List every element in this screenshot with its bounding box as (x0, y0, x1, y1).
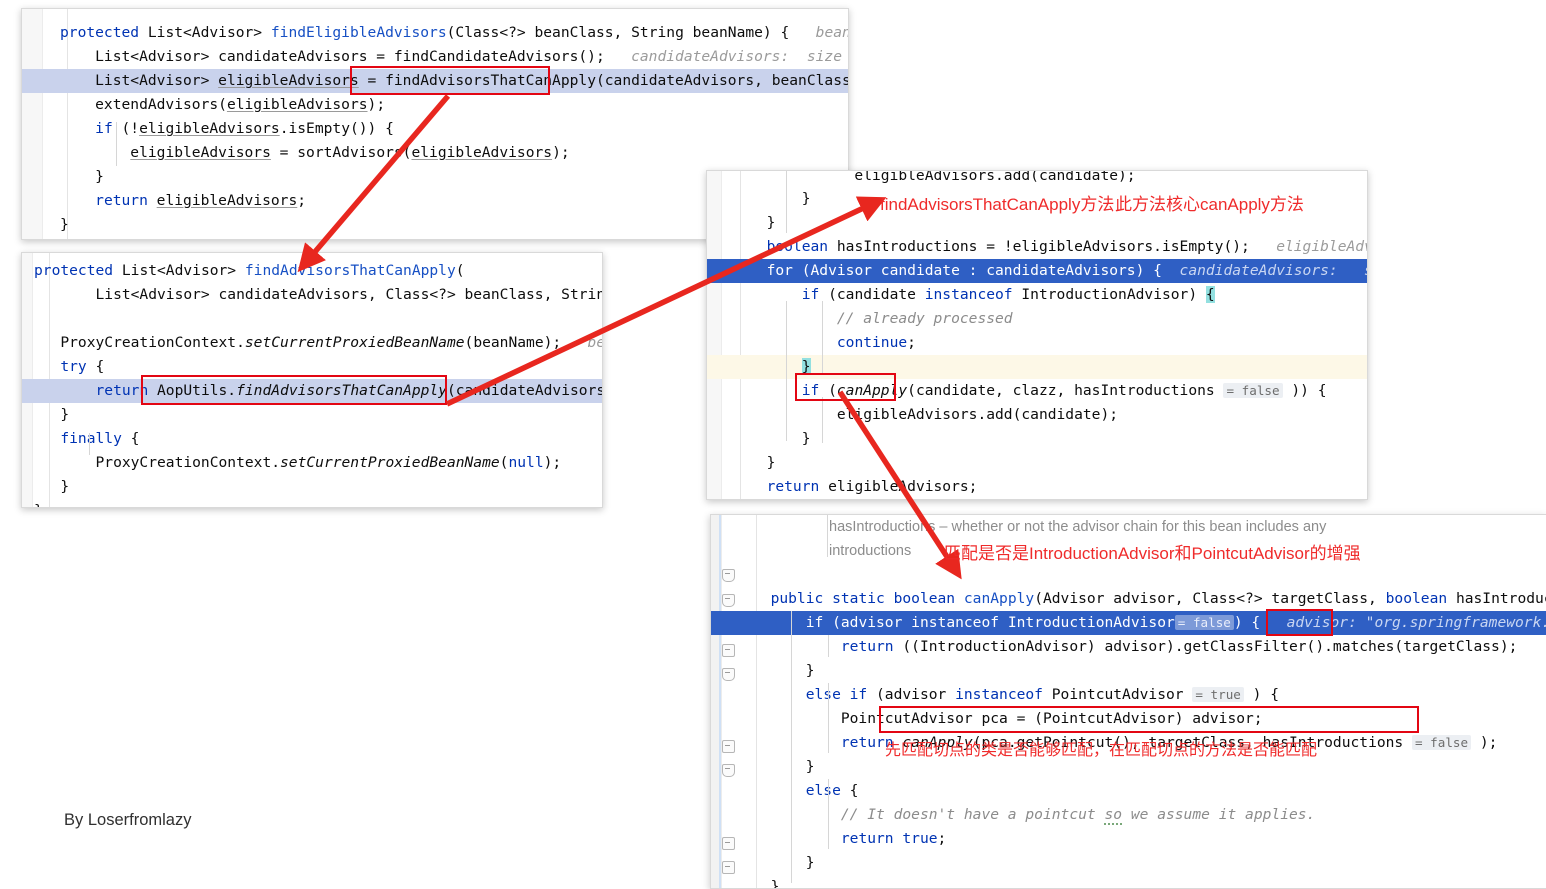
code-line: try { (60, 358, 105, 375)
fold-minus-icon[interactable] (722, 740, 735, 753)
indent-guide (791, 611, 792, 883)
panel-aoputils-find-advisors: eligibleAdvisors.add(candidate); } } boo… (706, 170, 1368, 500)
fold-minus-icon[interactable] (722, 861, 735, 874)
code-line: return eligibleAdvisors; (766, 478, 978, 495)
code-line: // It doesn't have a pointcut so we assu… (840, 806, 1316, 825)
code-line-selected: if (advisor instanceof IntroductionAdvis… (711, 611, 1546, 635)
panel-aoputils-can-apply: hasIntroductions – whether or not the ad… (710, 514, 1546, 889)
note-core-canapply-method: 此方法核心canApply方法 (1115, 195, 1304, 214)
code-line: } (34, 478, 70, 495)
code-line: boolean hasIntroductions = !eligibleAdvi… (766, 238, 1367, 255)
fold-chevron-icon[interactable] (722, 764, 735, 777)
note-find-advisors-method: findAdvisorsThatCanApply方法 (880, 195, 1115, 214)
indent-guide (89, 433, 90, 455)
author-signature: By Loserfromlazy (64, 811, 192, 829)
code-line-clipped: eligibleAdvisors.add(candidate); (749, 171, 1136, 184)
code-line: // already processed (836, 310, 1013, 327)
code-line: ProxyCreationContext.setCurrentProxiedBe… (34, 454, 562, 471)
code-line: } (34, 406, 70, 423)
code-line: public static boolean canApply(Advisor a… (770, 590, 1546, 607)
panel-find-advisors-that-can-apply: protected List<Advisor> findAdvisorsThat… (21, 252, 603, 508)
code-line: if (!eligibleAdvisors.isEmpty()) { (95, 120, 394, 137)
code-line-highlighted: List<Advisor> eligibleAdvisors = findAdv… (22, 69, 848, 93)
indent-guide (828, 683, 829, 753)
indent-guide (786, 301, 787, 441)
fold-chevron-icon[interactable] (722, 668, 735, 681)
fold-minus-icon[interactable] (722, 837, 735, 850)
fold-chevron-icon[interactable] (722, 594, 735, 607)
code-line: } (749, 454, 776, 471)
javadoc-line: hasIntroductions – whether or not the ad… (829, 519, 1327, 535)
code-lines: eligibleAdvisors.add(candidate); } } boo… (707, 171, 1367, 499)
note-match-advisor-types: 匹配是否是IntroductionAdvisor和PointcutAdvisor… (944, 544, 1361, 563)
code-line: PointcutAdvisor pca = (PointcutAdvisor) … (753, 710, 1263, 727)
indent-guide (827, 515, 828, 557)
code-line: if (canApply(candidate, clazz, hasIntrod… (801, 382, 1327, 399)
code-line: protected List<Advisor> findEligibleAdvi… (60, 24, 848, 41)
code-line: return true; (840, 830, 947, 847)
code-line-highlighted: return AopUtils.findAdvisorsThatCanApply… (22, 379, 602, 403)
code-lines: protected List<Advisor> findAdvisorsThat… (22, 253, 602, 507)
code-line: continue; (836, 334, 916, 351)
code-line: ProxyCreationContext.setCurrentProxiedBe… (34, 334, 602, 351)
code-line: eligibleAdvisors.add(candidate); (749, 406, 1119, 423)
code-line: else if (advisor instanceof PointcutAdvi… (805, 686, 1280, 703)
code-line: List<Advisor> candidateAdvisors, Class<?… (34, 286, 603, 303)
indent-guide (822, 301, 823, 373)
code-line: if (candidate instanceof IntroductionAdv… (801, 286, 1215, 303)
indent-guide (822, 397, 823, 443)
code-lines: hasIntroductions – whether or not the ad… (711, 515, 1546, 888)
code-line: } (753, 854, 815, 871)
code-line: finally { (60, 430, 140, 447)
code-line: return ((IntroductionAdvisor) advisor).g… (840, 638, 1518, 655)
indent-guide (828, 779, 829, 849)
indent-guide (786, 171, 787, 233)
fold-minus-icon[interactable] (722, 644, 735, 657)
annotated-code-diagram: protected List<Advisor> findEligibleAdvi… (0, 0, 1546, 889)
code-line-selected: for (Advisor candidate : candidateAdviso… (707, 259, 1367, 283)
indent-guide (116, 122, 117, 166)
code-line: extendAdvisors(eligibleAdvisors); (60, 96, 386, 113)
code-line: List<Advisor> candidateAdvisors = findCa… (60, 48, 842, 65)
code-line: } (22, 499, 602, 507)
indent-guide (828, 635, 829, 657)
code-line: } (753, 662, 815, 679)
code-line: else { (805, 782, 859, 799)
code-line: eligibleAdvisors = sortAdvisors(eligible… (130, 144, 570, 161)
fold-chevron-icon[interactable] (722, 569, 735, 582)
note-match-order: 先匹配切点的类是否能够匹配，在匹配切点的方法是否能匹配 (885, 742, 1318, 759)
code-line: protected List<Advisor> findAdvisorsThat… (34, 262, 465, 279)
code-line-brace-match: } (707, 355, 1367, 379)
code-line: } (749, 430, 811, 447)
